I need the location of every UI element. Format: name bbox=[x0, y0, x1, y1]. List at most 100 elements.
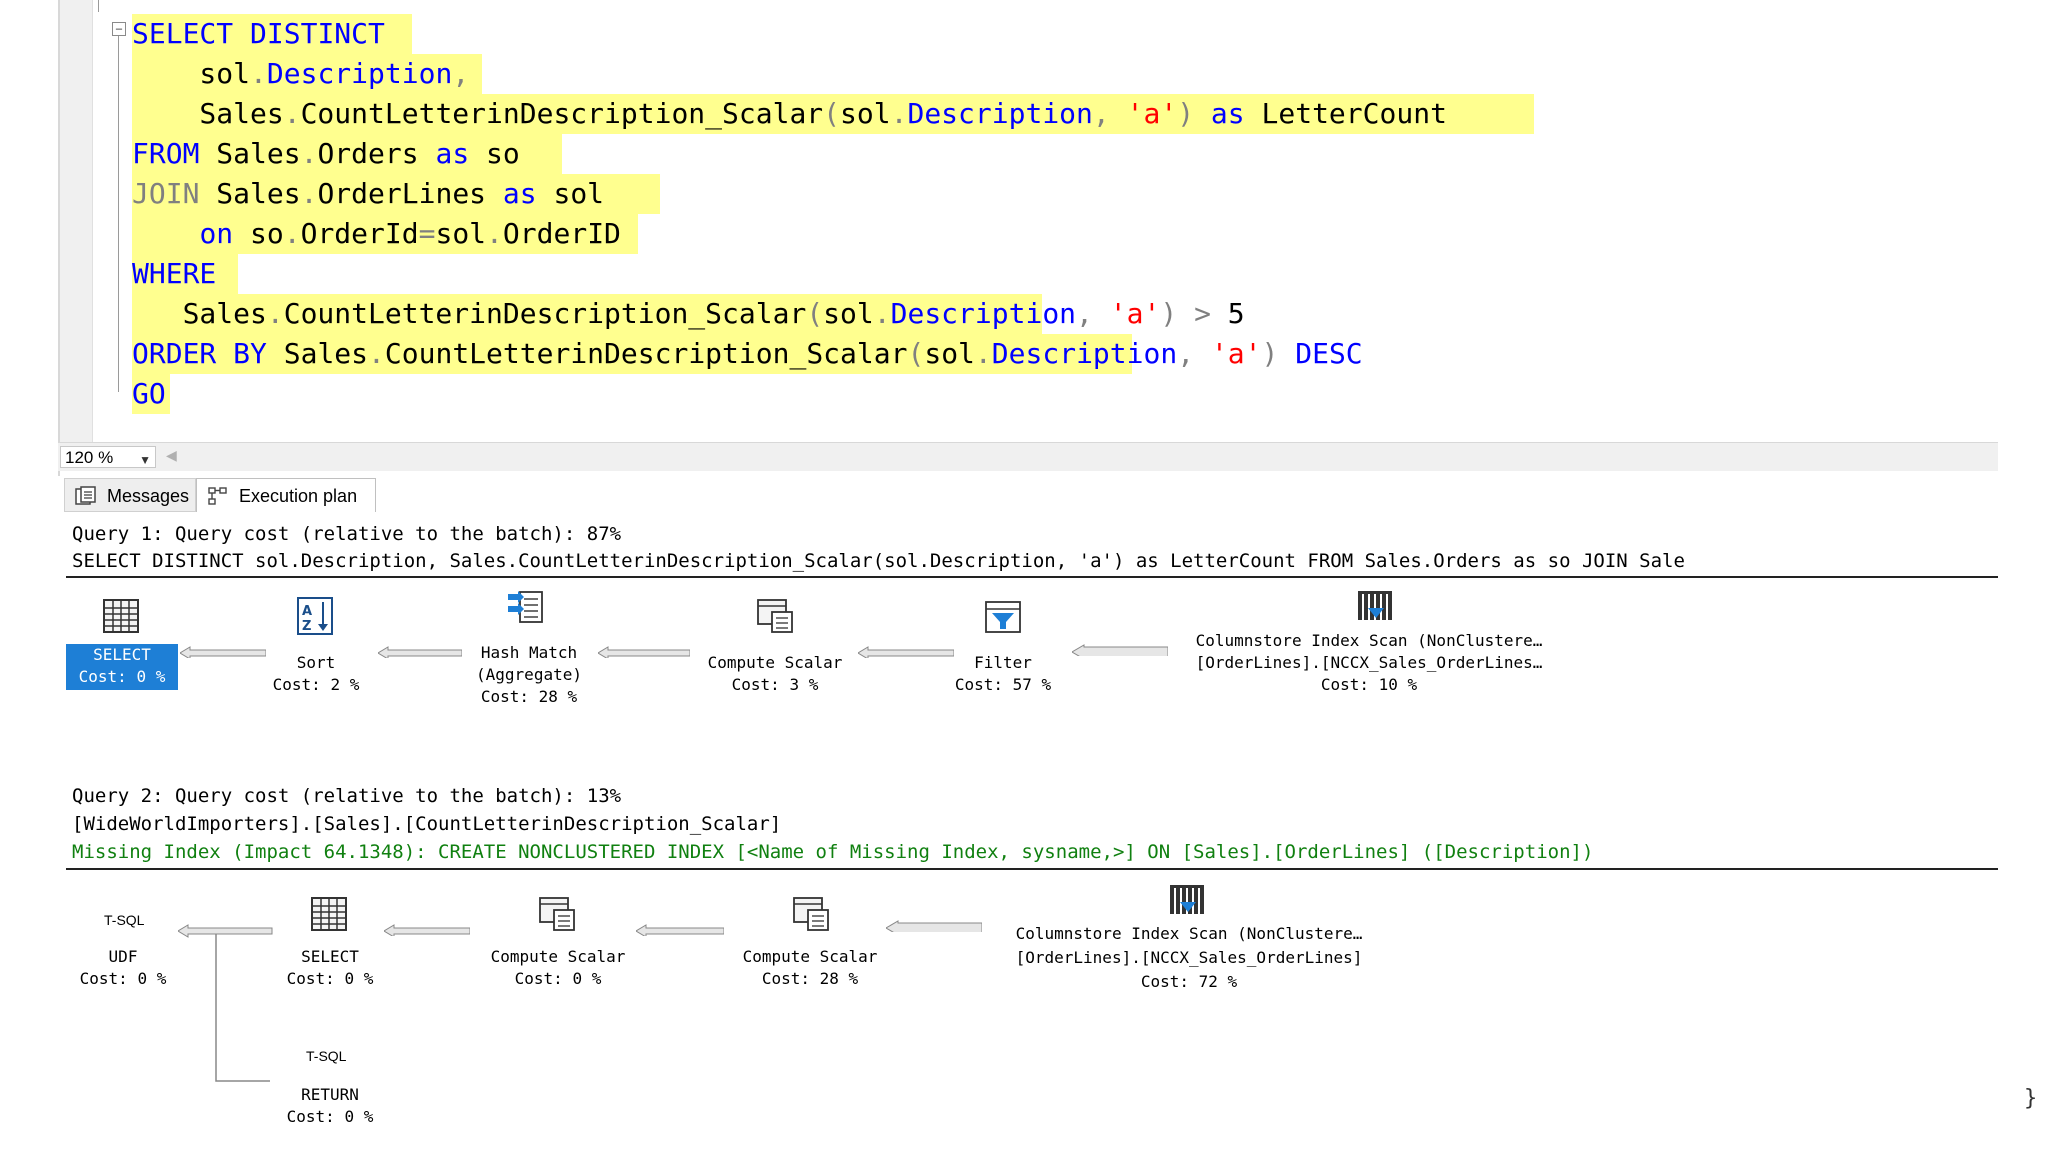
node-cost: Cost: 0 % bbox=[286, 1107, 374, 1126]
outline-line bbox=[118, 36, 119, 392]
svg-text:A: A bbox=[302, 604, 312, 619]
node-cost: Cost: 10 % bbox=[1320, 675, 1418, 694]
code-token: ORDER bbox=[132, 337, 217, 370]
messages-icon bbox=[75, 486, 96, 505]
sort-operator-icon[interactable]: A Z bbox=[296, 596, 334, 636]
compute-scalar-label[interactable]: Compute Scalar Cost: 3 % bbox=[690, 652, 860, 696]
node-cost: Cost: 3 % bbox=[731, 675, 819, 694]
zoom-select[interactable]: 120 % ▼ bbox=[60, 446, 156, 468]
svg-text:Z: Z bbox=[302, 619, 311, 634]
code-line[interactable]: on so.OrderId=sol.OrderID bbox=[132, 214, 638, 254]
columnstore-scan-icon[interactable] bbox=[1168, 884, 1208, 920]
hash-match-icon[interactable] bbox=[506, 588, 546, 626]
node-name: Columnstore Index Scan (NonClustere… bbox=[1195, 631, 1543, 650]
code-line[interactable]: ORDER BY Sales.CountLetterinDescription_… bbox=[132, 334, 1363, 374]
compute-scalar-icon[interactable] bbox=[756, 598, 796, 636]
flow-arrow bbox=[858, 646, 954, 658]
code-token: DESC bbox=[1295, 337, 1363, 370]
results-tabs: Messages Execution plan bbox=[58, 476, 1998, 516]
node-name: Compute Scalar bbox=[490, 947, 626, 966]
columnstore-scan-label[interactable]: Columnstore Index Scan (NonClustere… [Ord… bbox=[984, 922, 1394, 994]
outline-line bbox=[98, 0, 99, 12]
tsql-return-icon[interactable]: T-SQL bbox=[306, 1048, 346, 1064]
code-token: Sales bbox=[199, 137, 301, 170]
filter-label[interactable]: Filter Cost: 57 % bbox=[940, 652, 1066, 696]
code-token: Description bbox=[266, 57, 453, 90]
code-line[interactable]: SELECT DISTINCT bbox=[132, 14, 412, 54]
code-token: FROM bbox=[132, 137, 200, 170]
left-margin-strip bbox=[0, 0, 60, 1152]
udf-label[interactable]: UDF Cost: 0 % bbox=[64, 946, 182, 990]
tab-messages-label: Messages bbox=[107, 486, 190, 506]
code-token: LetterCount bbox=[1244, 97, 1447, 130]
code-line[interactable]: WHERE bbox=[132, 254, 238, 294]
node-cost: Cost: 72 % bbox=[1140, 972, 1238, 991]
query1-header: Query 1: Query cost (relative to the bat… bbox=[72, 523, 622, 545]
scroll-left-icon[interactable]: ◀ bbox=[166, 447, 177, 464]
code-token: so bbox=[233, 217, 284, 250]
compute-scalar-icon[interactable] bbox=[792, 896, 832, 934]
code-token: Description bbox=[907, 97, 1093, 130]
sort-operator-label[interactable]: Sort Cost: 2 % bbox=[248, 652, 384, 696]
code-token: ( bbox=[806, 297, 824, 330]
node-name: Columnstore Index Scan (NonClustere… bbox=[1015, 924, 1363, 943]
missing-index-hint[interactable]: Missing Index (Impact 64.1348): CREATE N… bbox=[72, 838, 1593, 866]
execution-plan-pane[interactable]: Query 1: Query cost (relative to the bat… bbox=[58, 514, 1998, 1152]
compute-scalar-icon[interactable] bbox=[538, 896, 578, 934]
code-token: JOIN bbox=[132, 177, 200, 210]
tab-execution-plan[interactable]: Execution plan bbox=[196, 478, 376, 512]
node-subtitle: [OrderLines].[NCCX_Sales_OrderLines] bbox=[1015, 948, 1363, 967]
code-token: ( bbox=[823, 97, 841, 130]
code-line[interactable]: JOIN Sales.OrderLines as sol bbox=[132, 174, 660, 214]
compute-scalar-label[interactable]: Compute Scalar Cost: 0 % bbox=[470, 946, 646, 990]
code-token: . bbox=[890, 97, 908, 130]
select-operator-label[interactable]: SELECT Cost: 0 % bbox=[266, 946, 394, 990]
code-token: CountLetterinDescription_Scalar bbox=[283, 297, 807, 330]
code-token: , bbox=[1076, 297, 1093, 330]
node-name: Sort bbox=[296, 653, 336, 672]
code-line[interactable]: GO bbox=[132, 374, 170, 414]
zoom-value: 120 % bbox=[65, 448, 114, 467]
node-name: SELECT bbox=[301, 947, 359, 966]
code-line[interactable]: FROM Sales.Orders as so bbox=[132, 134, 562, 174]
columnstore-scan-icon[interactable] bbox=[1356, 590, 1396, 626]
code-line[interactable]: sol.Description, bbox=[132, 54, 482, 94]
select-operator-icon[interactable] bbox=[102, 598, 142, 636]
code-token: ) bbox=[1160, 297, 1178, 330]
select-operator-icon[interactable] bbox=[310, 896, 350, 934]
collapse-toggle[interactable]: − bbox=[112, 22, 126, 36]
node-cost: Cost: 57 % bbox=[954, 675, 1052, 694]
select-operator-label[interactable]: SELECT Cost: 0 % bbox=[66, 644, 178, 690]
code-token: sol bbox=[823, 297, 874, 330]
code-token: as bbox=[1210, 97, 1245, 130]
tsql-udf-icon[interactable]: T-SQL bbox=[104, 912, 144, 928]
code-line[interactable]: Sales.CountLetterinDescription_Scalar(so… bbox=[132, 94, 1534, 134]
flow-arrow bbox=[636, 924, 724, 936]
code-token: OrderID bbox=[502, 217, 621, 250]
columnstore-scan-label[interactable]: Columnstore Index Scan (NonClustere… [Ord… bbox=[1164, 630, 1574, 696]
code-token: sol bbox=[132, 57, 251, 90]
code-token: 'a' bbox=[1109, 297, 1161, 330]
compute-scalar-label[interactable]: Compute Scalar Cost: 28 % bbox=[722, 946, 898, 990]
tab-messages[interactable]: Messages bbox=[64, 478, 196, 512]
code-token: so bbox=[469, 137, 520, 170]
node-subtitle: [OrderLines].[NCCX_Sales_OrderLines… bbox=[1195, 653, 1543, 672]
code-token: sol bbox=[840, 97, 891, 130]
code-token: , bbox=[1092, 97, 1110, 130]
code-token: ) bbox=[1261, 337, 1279, 370]
code-token: Sales bbox=[132, 297, 267, 330]
return-label[interactable]: RETURN Cost: 0 % bbox=[266, 1084, 394, 1128]
code-token: 'a' bbox=[1210, 337, 1262, 370]
node-name: SELECT bbox=[93, 645, 151, 664]
code-line[interactable]: Sales.CountLetterinDescription_Scalar(so… bbox=[132, 294, 1245, 334]
filter-icon[interactable] bbox=[984, 600, 1024, 636]
node-cost: Cost: 28 % bbox=[480, 687, 578, 706]
hash-match-label[interactable]: Hash Match (Aggregate) Cost: 28 % bbox=[446, 642, 612, 708]
